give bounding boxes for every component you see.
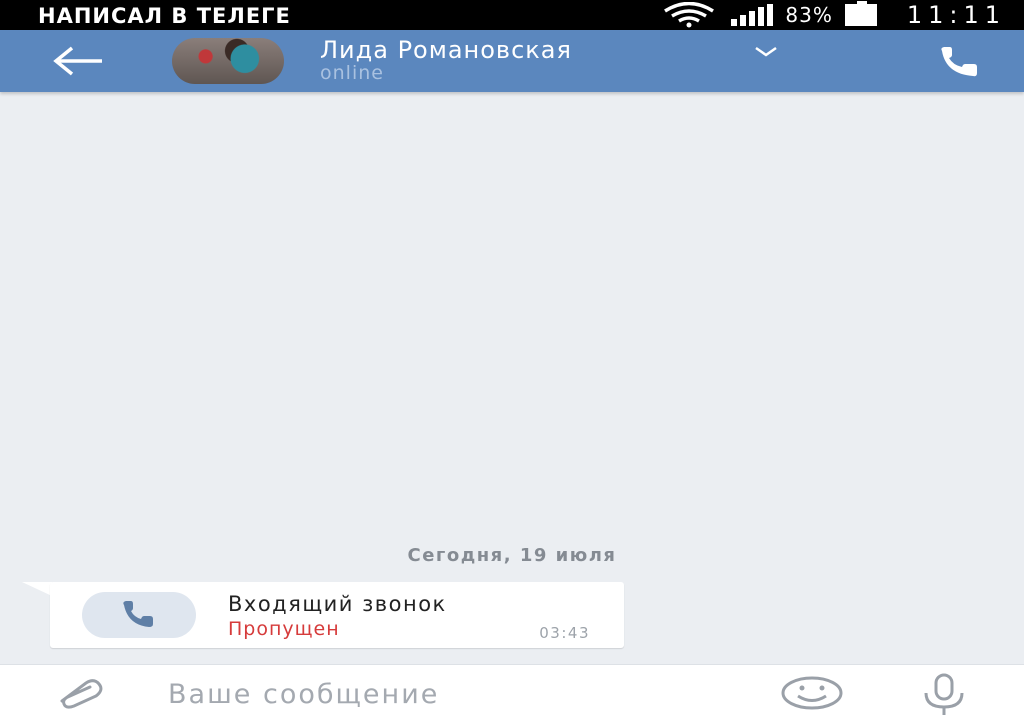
bubble-tail — [22, 582, 52, 596]
missed-call-message[interactable]: Входящий звонок Пропущен 03:43 — [50, 582, 624, 648]
back-arrow-icon[interactable] — [48, 42, 108, 80]
message-input[interactable] — [166, 673, 730, 715]
wifi-icon — [664, 2, 715, 28]
phone-call-button[interactable] — [934, 45, 986, 79]
battery-percent: 83% — [785, 3, 833, 27]
contact-name[interactable]: Лида Романовская — [320, 36, 572, 64]
signal-icon — [731, 4, 774, 26]
call-badge — [82, 592, 196, 638]
status-bar: НАПИСАЛ В ТЕЛЕГЕ 83% 11:11 — [0, 0, 1024, 30]
emoji-icon[interactable] — [780, 675, 844, 711]
microphone-icon[interactable] — [916, 673, 972, 717]
paperclip-icon[interactable] — [52, 677, 110, 709]
contact-avatar[interactable] — [172, 38, 284, 84]
message-time: 03:43 — [539, 624, 590, 642]
contact-status: online — [320, 62, 384, 84]
meme-caption: НАПИСАЛ В ТЕЛЕГЕ — [38, 4, 291, 28]
chevron-down-icon[interactable] — [752, 44, 780, 60]
call-status: Пропущен — [228, 618, 340, 640]
clock: 11:11 — [906, 1, 1006, 29]
message-input-bar — [0, 664, 1024, 721]
battery-icon — [844, 1, 877, 26]
date-separator: Сегодня, 19 июля — [407, 545, 617, 566]
chat-area[interactable]: Сегодня, 19 июля Входящий звонок Пропуще… — [0, 92, 1024, 664]
call-title: Входящий звонок — [228, 592, 447, 616]
status-icons: 83% 11:11 — [659, 0, 1006, 30]
phone-icon — [123, 601, 153, 627]
chat-header: Лида Романовская online — [0, 30, 1024, 92]
